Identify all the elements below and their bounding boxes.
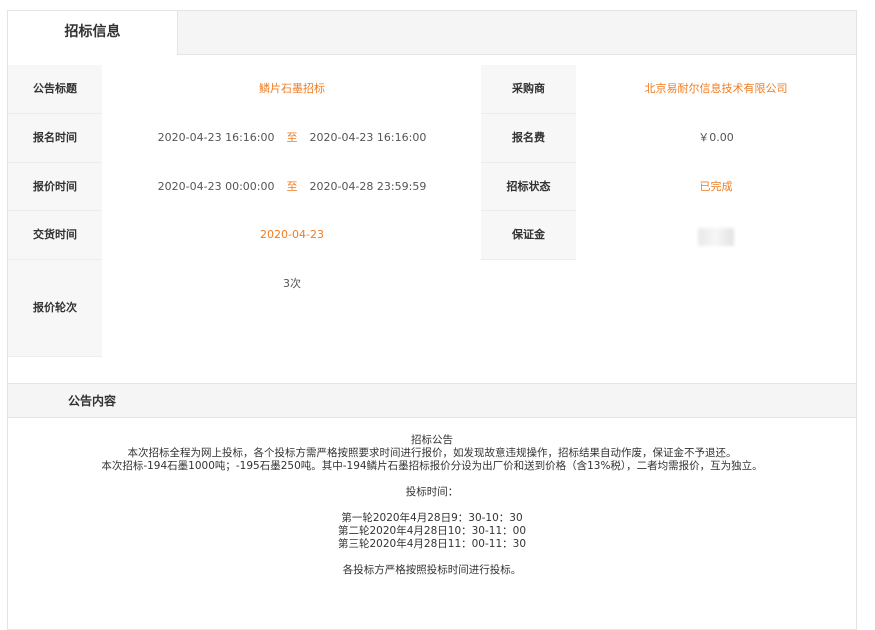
buyer-link[interactable]: 北京易耐尔信息技术有限公司 bbox=[576, 65, 856, 113]
label-tender-status: 招标状态 bbox=[481, 163, 576, 211]
quote-time-range: 2020-04-23 00:00:00 至 2020-04-28 23:59:59 bbox=[102, 163, 482, 210]
quote-rounds-value: 3次 bbox=[283, 277, 301, 290]
announcement-body: 招标公告 本次招标全程为网上投标，各个投标方需严格按照要求时间进行报价，如发现故… bbox=[8, 434, 856, 577]
signup-time-range: 2020-04-23 16:16:00 至 2020-04-23 16:16:00 bbox=[102, 114, 482, 162]
announcement-title-link[interactable]: 鳞片石墨招标 bbox=[102, 65, 482, 113]
notice-round-1: 第一轮2020年4月28日9：30-10：30 bbox=[341, 512, 523, 524]
label-quote-rounds: 报价轮次 bbox=[8, 260, 102, 357]
notice-paragraph-1: 本次招标全程为网上投标，各个投标方需严格按照要求时间进行报价，如发现故意违规操作… bbox=[127, 447, 737, 459]
notice-paragraph-2: 本次招标-194石墨1000吨；-195石墨250吨。其中-194鳞片石墨招标报… bbox=[101, 460, 763, 472]
label-quote-time: 报价时间 bbox=[8, 163, 102, 211]
notice-closing: 各投标方严格按照投标时间进行投标。 bbox=[342, 564, 522, 576]
tender-info-panel: 招标信息 公告标题 报名时间 报价时间 交货时间 报价轮次 鳞片石墨招标 202… bbox=[7, 10, 857, 630]
quote-end: 2020-04-28 23:59:59 bbox=[309, 180, 427, 193]
quote-start: 2020-04-23 00:00:00 bbox=[157, 180, 275, 193]
notice-heading: 招标公告 bbox=[411, 434, 453, 446]
tab-bar: 招标信息 bbox=[8, 11, 856, 55]
quote-separator: 至 bbox=[286, 180, 298, 193]
tab-tender-info[interactable]: 招标信息 bbox=[8, 11, 178, 55]
notice-time-title: 投标时间： bbox=[405, 486, 459, 498]
label-buyer: 采购商 bbox=[481, 65, 576, 114]
notice-round-3: 第三轮2020年4月28日11：00-11：30 bbox=[338, 538, 526, 550]
signup-start: 2020-04-23 16:16:00 bbox=[157, 131, 275, 144]
announcement-content-header: 公告内容 bbox=[8, 383, 856, 418]
label-announcement-title: 公告标题 bbox=[8, 65, 102, 114]
deposit-value-redacted bbox=[698, 228, 734, 246]
signup-separator: 至 bbox=[286, 131, 298, 144]
label-signup-fee: 报名费 bbox=[481, 114, 576, 163]
label-delivery-time: 交货时间 bbox=[8, 211, 102, 260]
delivery-time-value: 2020-04-23 bbox=[260, 228, 324, 241]
notice-round-2: 第二轮2020年4月28日10：30-11：00 bbox=[338, 525, 526, 537]
signup-fee-value: ￥0.00 bbox=[698, 131, 734, 144]
label-deposit: 保证金 bbox=[481, 211, 576, 260]
label-signup-time: 报名时间 bbox=[8, 114, 102, 163]
tender-status-value: 已完成 bbox=[699, 180, 733, 193]
signup-end: 2020-04-23 16:16:00 bbox=[309, 131, 427, 144]
section-title: 公告内容 bbox=[68, 394, 117, 408]
